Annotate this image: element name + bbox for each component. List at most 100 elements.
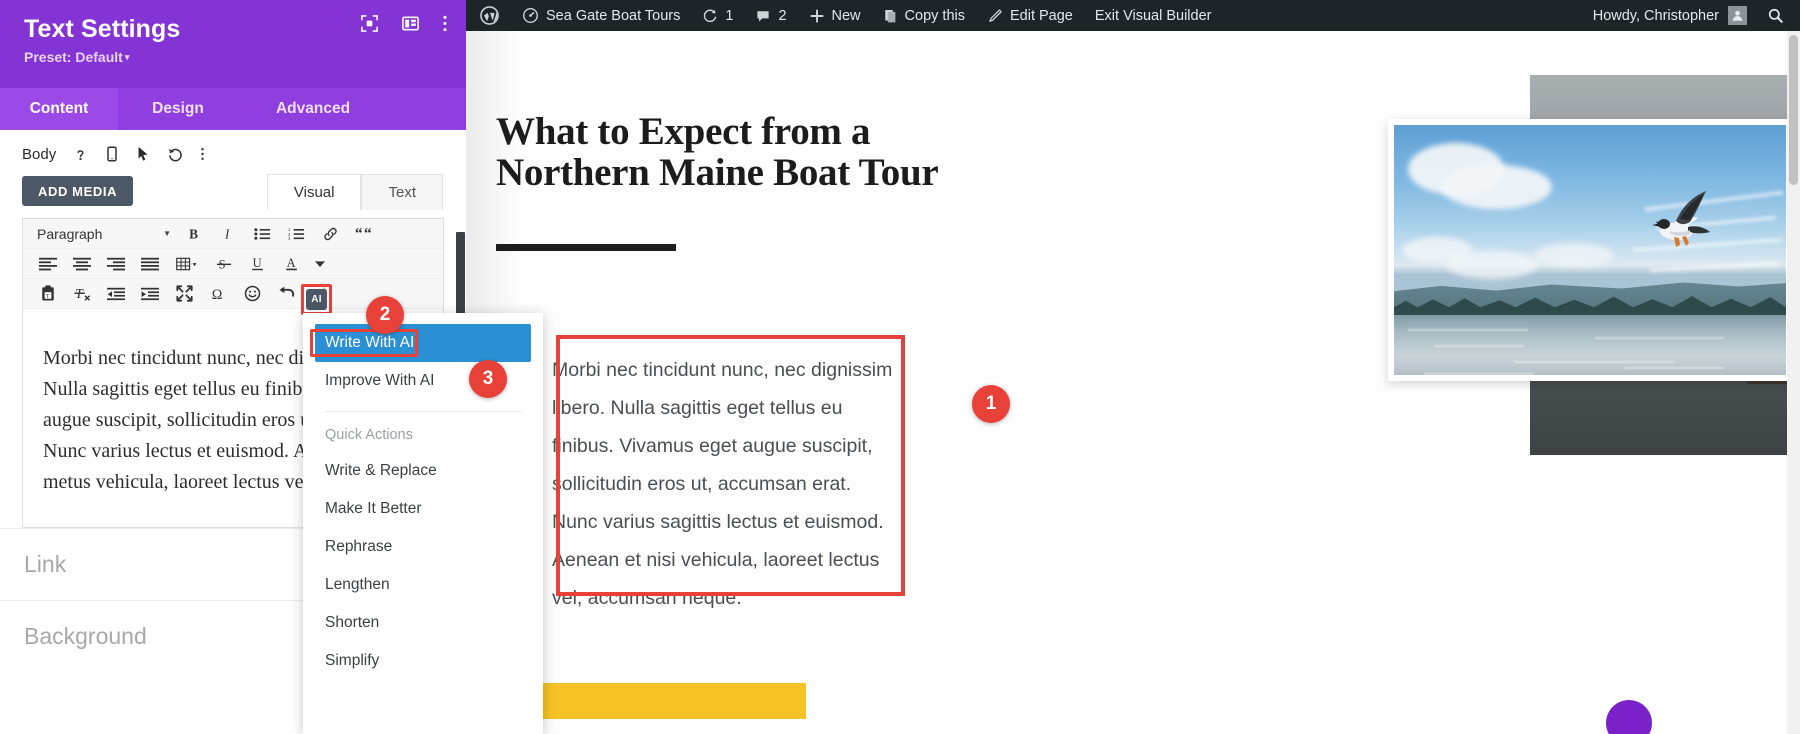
updates-count: 1 — [725, 7, 734, 24]
italic-icon[interactable]: I — [211, 219, 245, 248]
account-menu-button[interactable]: Howdy, Christopher — [1581, 6, 1759, 25]
link-icon[interactable] — [313, 219, 347, 248]
add-media-button[interactable]: ADD MEDIA — [22, 176, 134, 206]
dashboard-icon — [522, 7, 539, 24]
blockquote-icon[interactable]: ““ — [347, 219, 381, 248]
howdy-label: Howdy, Christopher — [1592, 7, 1719, 24]
search-icon — [1767, 7, 1784, 24]
bold-icon[interactable]: B — [177, 219, 211, 248]
admin-bar-right: Howdy, Christopher — [1581, 0, 1800, 31]
cursor-icon[interactable] — [136, 146, 150, 162]
annotation-badge-3: 3 — [469, 360, 507, 398]
more-vertical-icon[interactable] — [442, 14, 448, 33]
svg-text:T: T — [46, 293, 50, 300]
svg-text:T: T — [74, 286, 83, 302]
new-content-button[interactable]: New — [798, 0, 872, 31]
tab-visual[interactable]: Visual — [266, 174, 362, 210]
exit-visual-builder-button[interactable]: Exit Visual Builder — [1084, 0, 1223, 31]
tab-content[interactable]: Content — [0, 88, 118, 130]
help-icon[interactable] — [73, 147, 88, 162]
updates-icon — [702, 8, 718, 24]
align-right-icon[interactable] — [99, 249, 133, 278]
bulleted-list-icon[interactable] — [245, 219, 279, 248]
special-character-icon[interactable]: Ω — [201, 279, 235, 308]
align-center-icon[interactable] — [65, 249, 99, 278]
screen-root: What to Expect from a Northern Maine Boa… — [0, 0, 1800, 734]
focus-icon[interactable] — [360, 14, 379, 33]
edit-page-label: Edit Page — [1009, 7, 1073, 24]
water-ripple — [1408, 329, 1528, 331]
annotation-badge-1: 1 — [972, 385, 1010, 423]
svg-text:“: “ — [364, 227, 372, 241]
new-label: New — [831, 7, 861, 24]
table-icon[interactable] — [167, 249, 207, 278]
menu-item-simplify[interactable]: Simplify — [303, 642, 543, 680]
panel-header: Text Settings Preset: Default ▾ — [0, 0, 466, 88]
indent-icon[interactable] — [133, 279, 167, 308]
site-name-button[interactable]: Sea Gate Boat Tours — [511, 0, 691, 31]
decorative-purple-circle — [1606, 700, 1652, 734]
more-vertical-icon[interactable] — [200, 146, 205, 162]
scrollbar-thumb[interactable] — [1789, 35, 1798, 185]
annotation-box-paragraph — [556, 335, 905, 596]
cta-button-block[interactable] — [542, 683, 806, 719]
wordpress-admin-bar: Sea Gate Boat Tours 1 2 New Copy this Ed… — [466, 0, 1800, 31]
menu-group-label-quick-actions: Quick Actions — [325, 427, 413, 443]
water-ripple — [1424, 373, 1534, 375]
format-select-value: Paragraph — [37, 225, 103, 242]
page-preview-canvas[interactable]: What to Expect from a Northern Maine Boa… — [466, 31, 1800, 734]
annotation-badge-2: 2 — [366, 296, 404, 334]
text-color-icon[interactable]: A — [275, 249, 309, 278]
bird-over-lake-photo[interactable] — [1388, 119, 1792, 381]
svg-text:3: 3 — [288, 236, 291, 241]
page-title[interactable]: What to Expect from a Northern Maine Boa… — [496, 111, 966, 194]
admin-search-button[interactable] — [1759, 7, 1800, 24]
fullscreen-icon[interactable] — [167, 279, 201, 308]
chevron-down-icon: ▼ — [163, 229, 171, 238]
menu-item-rephrase[interactable]: Rephrase — [303, 528, 543, 566]
cirrus-streak — [1649, 261, 1779, 273]
panel-preset-selector[interactable]: Preset: Default ▾ — [24, 49, 442, 65]
emoji-icon[interactable] — [235, 279, 269, 308]
water-ripple — [1514, 361, 1674, 363]
tab-design[interactable]: Design — [118, 88, 238, 130]
menu-item-shorten[interactable]: Shorten — [303, 604, 543, 642]
comments-button[interactable]: 2 — [744, 0, 797, 31]
clear-formatting-icon[interactable]: T — [65, 279, 99, 308]
copy-this-label: Copy this — [904, 7, 965, 24]
strikethrough-icon[interactable]: S — [207, 249, 241, 278]
undo-icon[interactable] — [269, 279, 303, 308]
tab-text[interactable]: Text — [361, 174, 443, 210]
undo-icon[interactable] — [167, 146, 183, 162]
mobile-icon[interactable] — [105, 146, 119, 162]
copy-this-button[interactable]: Copy this — [872, 0, 976, 31]
align-left-icon[interactable] — [31, 249, 65, 278]
ai-dropdown-menu: Write With AI Improve With AI Quick Acti… — [303, 313, 543, 734]
layout-icon[interactable] — [401, 14, 420, 33]
panel-header-actions — [360, 14, 448, 33]
tab-advanced[interactable]: Advanced — [238, 88, 388, 130]
updates-button[interactable]: 1 — [691, 0, 744, 31]
comments-icon — [755, 8, 771, 24]
align-justify-icon[interactable] — [133, 249, 167, 278]
svg-text:U: U — [253, 256, 262, 270]
cloud-shape — [1534, 243, 1614, 267]
menu-item-make-it-better[interactable]: Make It Better — [303, 490, 543, 528]
page-scrollbar[interactable] — [1787, 31, 1800, 734]
format-select[interactable]: Paragraph ▼ — [31, 226, 177, 242]
panel-tab-bar: Content Design Advanced — [0, 88, 466, 130]
underline-icon[interactable]: U — [241, 249, 275, 278]
menu-item-improve-with-ai[interactable]: Improve With AI — [303, 362, 543, 400]
svg-text:Ω: Ω — [212, 287, 223, 302]
outdent-icon[interactable] — [99, 279, 133, 308]
chevron-down-icon[interactable] — [309, 249, 331, 278]
menu-item-lengthen[interactable]: Lengthen — [303, 566, 543, 604]
wordpress-logo-button[interactable] — [466, 0, 511, 31]
edit-page-button[interactable]: Edit Page — [976, 0, 1084, 31]
menu-item-write-and-replace[interactable]: Write & Replace — [303, 452, 543, 490]
paste-as-text-icon[interactable]: T — [31, 279, 65, 308]
panel-preset-label: Preset: Default — [24, 49, 123, 65]
post-header-area: What to Expect from a Northern Maine Boa… — [496, 111, 966, 251]
numbered-list-icon[interactable]: 123 — [279, 219, 313, 248]
editor-toolbar-row-1: Paragraph ▼ B I 123 ““ — [23, 219, 443, 249]
